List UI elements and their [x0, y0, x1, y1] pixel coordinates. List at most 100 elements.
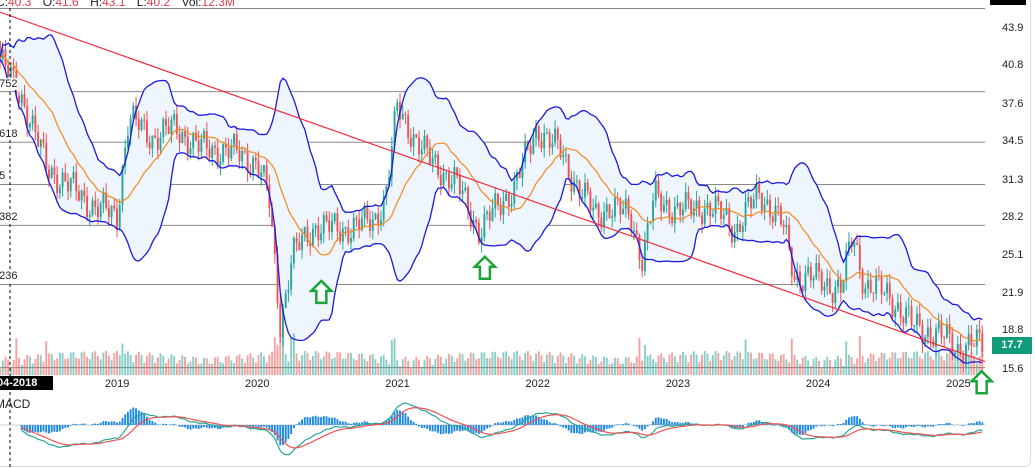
- candle-body: [804, 272, 807, 292]
- candle-body: [31, 115, 34, 124]
- volume-bar: [129, 354, 132, 375]
- volume-bar: [116, 351, 118, 375]
- macd-histogram-bar: [910, 425, 913, 427]
- volume-bar: [935, 352, 937, 375]
- price-chart[interactable]: [0, 0, 1035, 468]
- macd-histogram-bar: [643, 425, 646, 430]
- macd-histogram-bar: [513, 419, 516, 425]
- macd-histogram-bar: [450, 425, 453, 434]
- volume-bar: [178, 360, 181, 375]
- candle-body: [99, 203, 102, 218]
- candle-body: [673, 206, 676, 224]
- macd-histogram-bar: [486, 425, 489, 429]
- volume-bar: [722, 355, 725, 375]
- macd-histogram-bar: [75, 423, 78, 425]
- volume-bar: [306, 352, 309, 375]
- volume-bar: [18, 357, 20, 375]
- volume-bar: [126, 351, 129, 375]
- volume-bar: [23, 359, 26, 375]
- volume-bar: [273, 337, 276, 375]
- macd-histogram-bar: [77, 424, 80, 425]
- candle-body: [592, 207, 595, 211]
- volume-bar: [320, 359, 323, 375]
- volume-bar: [785, 359, 788, 375]
- volume-bar: [630, 362, 633, 375]
- macd-histogram-bar: [91, 423, 94, 425]
- candle-body: [333, 213, 336, 222]
- macd-histogram-bar: [499, 422, 502, 425]
- candle-body: [826, 278, 829, 287]
- volume-label: Vol:: [181, 0, 202, 9]
- volume-bar: [276, 344, 279, 375]
- macd-histogram-bar: [477, 425, 480, 434]
- volume-bar: [750, 352, 752, 375]
- candle-body: [262, 165, 265, 173]
- macd-histogram-bar: [809, 425, 812, 430]
- volume-bar: [554, 363, 557, 375]
- volume-bar: [679, 354, 682, 375]
- candle-body: [257, 160, 260, 177]
- macd-histogram-bar: [502, 421, 505, 425]
- volume-bar: [581, 354, 584, 375]
- candle-body: [227, 147, 230, 159]
- volume-bar: [616, 358, 619, 375]
- macd-histogram-bar: [333, 417, 336, 425]
- macd-histogram-bar: [445, 425, 448, 434]
- volume-bar: [728, 352, 731, 375]
- macd-histogram-bar: [69, 425, 72, 426]
- fib-level-label: 0.236: [0, 270, 18, 283]
- volume-bar: [703, 350, 706, 375]
- candle-body: [973, 345, 976, 347]
- volume-bar: [657, 355, 660, 375]
- candle-body: [151, 135, 154, 149]
- macd-histogram-bar: [613, 425, 616, 426]
- volume-bar: [839, 358, 842, 375]
- volume-bar: [197, 364, 200, 375]
- candle-body: [815, 263, 818, 279]
- candle-body: [589, 191, 592, 211]
- macd-histogram-bar: [262, 425, 265, 427]
- candle-body: [189, 148, 192, 155]
- candle-body: [940, 322, 943, 338]
- volume-bar: [385, 359, 388, 375]
- candle-body: [184, 131, 186, 137]
- macd-histogram-bar: [194, 425, 197, 429]
- candle-body: [676, 202, 679, 207]
- volume-bar: [594, 356, 597, 375]
- volume-bar: [295, 353, 298, 375]
- macd-histogram-bar: [603, 425, 606, 431]
- volume-bar: [358, 353, 361, 375]
- macd-histogram-bar: [148, 419, 151, 425]
- volume-bar: [257, 355, 260, 375]
- volume-bar: [883, 353, 886, 375]
- volume-bar: [355, 359, 358, 375]
- macd-histogram-bar: [646, 425, 649, 427]
- volume-bar: [379, 356, 382, 375]
- volume-bar: [945, 353, 948, 375]
- candle-body: [608, 204, 611, 219]
- macd-signal-line: [21, 406, 983, 449]
- volume-bar: [165, 362, 167, 375]
- volume-bar: [646, 355, 649, 375]
- volume-bar: [102, 352, 105, 375]
- macd-histogram-bar: [665, 418, 668, 425]
- volume-bar: [769, 353, 771, 375]
- macd-histogram-bar: [652, 421, 654, 425]
- volume-bar: [0, 368, 1, 375]
- volume-bar: [584, 356, 586, 375]
- price-tick-label: 31.3: [1002, 173, 1024, 186]
- macd-histogram-bar: [883, 425, 886, 427]
- volume-bar: [799, 364, 801, 375]
- volume-bar: [67, 358, 69, 375]
- candle-body: [453, 167, 456, 185]
- volume-bar: [513, 352, 516, 375]
- volume-bar: [151, 355, 154, 375]
- macd-histogram-bar: [31, 425, 34, 432]
- macd-histogram-bar: [899, 425, 902, 428]
- macd-histogram-bar: [352, 422, 355, 425]
- open-value: 41.6: [55, 0, 79, 9]
- candle-body: [771, 216, 774, 222]
- macd-histogram-bar: [940, 424, 943, 425]
- candle-body: [894, 309, 897, 317]
- fib-level-label: 0.5: [0, 170, 6, 183]
